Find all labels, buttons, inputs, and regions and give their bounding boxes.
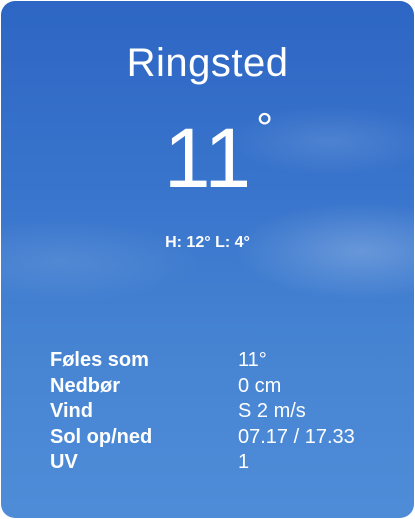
detail-label: Vind <box>50 400 93 422</box>
weather-details: Føles som 11° Nedbør 0 cm Vind S 2 m/s S… <box>50 348 390 476</box>
detail-value: 07.17 / 17.33 <box>238 425 355 448</box>
current-temperature-block: 11 ° <box>1 107 414 205</box>
detail-label: UV <box>50 451 78 473</box>
detail-row-precipitation: Nedbør 0 cm <box>50 374 390 400</box>
city-name: Ringsted <box>126 41 289 85</box>
weather-widget: Ringsted 11 ° H: 12° L: 4° Føles som 11° … <box>1 1 414 518</box>
detail-row-uv: UV 1 <box>50 450 390 476</box>
degree-symbol: ° <box>256 104 274 151</box>
detail-label: Sol op/ned <box>50 425 153 448</box>
detail-row-sunrise-sunset: Sol op/ned 07.17 / 17.33 <box>50 425 390 451</box>
high-low-temperature: H: 12° L: 4° <box>165 234 250 251</box>
detail-value: 0 cm <box>238 374 282 397</box>
detail-value: S 2 m/s <box>238 400 306 422</box>
current-temperature: 11 ° <box>163 107 273 205</box>
detail-value: 11° <box>238 349 267 371</box>
temperature-value: 11 <box>163 111 252 205</box>
detail-row-feels-like: Føles som 11° <box>50 348 390 374</box>
detail-label: Føles som <box>50 349 149 371</box>
detail-label: Nedbør <box>50 374 120 397</box>
detail-row-wind: Vind S 2 m/s <box>50 399 390 425</box>
detail-value: 1 <box>238 451 250 473</box>
